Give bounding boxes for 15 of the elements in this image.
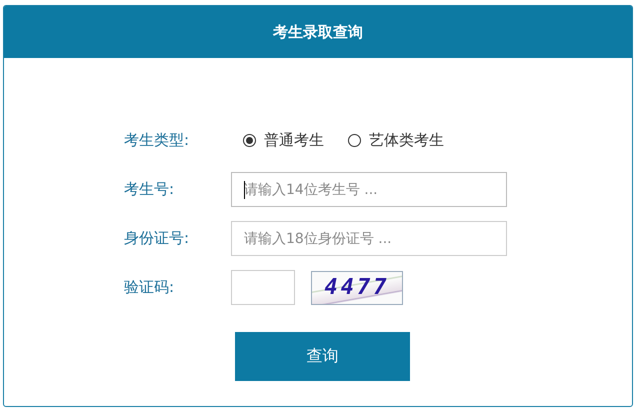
query-button[interactable]: 查询 [235,332,410,381]
captcha-code[interactable]: 4477 [311,270,403,304]
candidate-type-option[interactable]: 艺体类考生 [348,131,444,150]
captcha-input[interactable] [231,270,295,305]
field-label: 考生类型: [124,131,190,150]
input-field[interactable]: 请输入14位考生号 ... [231,172,507,207]
field-label: 验证码: [124,278,176,297]
candidate-type-option[interactable]: 普通考生 [243,131,324,150]
panel-title: 考生录取查询 [4,6,632,58]
field-label: 身份证号: [124,229,190,248]
radio-icon[interactable] [243,134,256,147]
text-cursor [244,181,245,199]
field-label: 考生号: [124,180,176,199]
radio-icon[interactable] [348,134,361,147]
input-field[interactable]: 请输入18位身份证号 ... [231,221,507,256]
